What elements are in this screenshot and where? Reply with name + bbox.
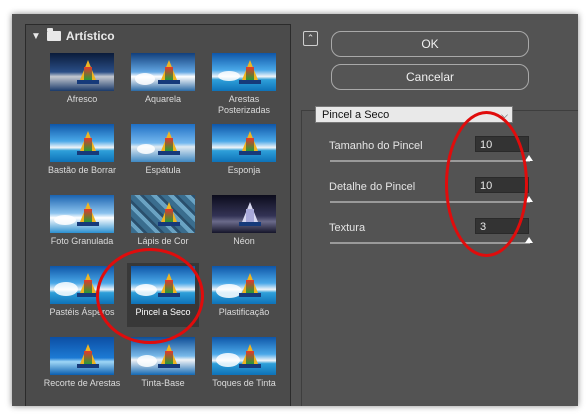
filter-label: Lápis de Cor [137,236,189,246]
filter-label: Esponja [227,165,261,175]
brush-detail-slider-handle[interactable] [525,196,533,202]
cancel-button[interactable]: Cancelar [331,64,529,90]
filter-thumb-bastao-de-borrar[interactable]: Bastão de Borrar [48,124,116,192]
filter-thumb-neon[interactable]: Néon [210,195,278,263]
brush-detail-label: Detalhe do Pincel [329,181,416,193]
filter-thumb-pasteis-asperos[interactable]: Pastéis Ásperos [48,266,116,334]
filter-label: Bastão de Borrar [47,165,117,175]
collapse-gallery-icon[interactable]: ⌃ [303,31,318,46]
brush-size-input[interactable]: 10 [475,136,529,152]
filter-thumb-toques-de-tinta[interactable]: Toques de Tinta [210,337,278,405]
filter-gallery: ▼ Artístico Afresco Aquarela Arestas Pos… [25,24,291,406]
thumbnail-image [212,53,276,91]
filter-thumb-recorte-de-arestas[interactable]: Recorte de Arestas [44,337,120,405]
filter-label: Tinta-Base [141,378,185,388]
filter-thumb-esponja[interactable]: Esponja [210,124,278,192]
brush-size-slider-handle[interactable] [525,155,533,161]
filter-label: Aquarela [144,94,182,104]
brush-detail-input[interactable]: 10 [475,177,529,193]
filter-thumb-afresco[interactable]: Afresco [48,53,116,121]
thumbnail-image [50,337,114,375]
category-title: Artístico [65,29,115,43]
filter-label: Pastéis Ásperos [49,307,115,317]
thumbnail-image [50,266,114,304]
filter-thumb-aquarela[interactable]: Aquarela [129,53,197,121]
filter-dropdown-value: Pincel a Seco [322,109,390,121]
texture-slider-handle[interactable] [525,237,533,243]
thumbnail-image [50,53,114,91]
filter-label: Afresco [66,94,98,104]
filter-thumb-tinta-base[interactable]: Tinta-Base [129,337,197,405]
filter-label: Espátula [145,165,181,175]
brush-size-slider[interactable] [330,160,530,162]
filter-thumb-pincel-a-seco[interactable]: Pincel a Seco [127,263,199,334]
thumbnail-image [131,266,195,304]
filter-thumb-espatula[interactable]: Espátula [129,124,197,192]
filter-label: Pincel a Seco [135,307,191,317]
filter-label: Néon [233,236,255,246]
ok-button[interactable]: OK [331,31,529,57]
thumbnail-image [131,195,195,233]
texture-input[interactable]: 3 [475,218,529,234]
brush-detail-slider[interactable] [330,201,530,203]
filter-label: Arestas Posterizadas [217,94,271,115]
texture-slider[interactable] [330,242,530,244]
thumbnail-image [212,195,276,233]
thumbnail-image [212,124,276,162]
thumbnail-image [50,195,114,233]
thumbnail-image [131,337,195,375]
filter-dropdown[interactable]: Pincel a Seco ⌵ [315,106,513,123]
category-header[interactable]: ▼ Artístico [26,25,290,47]
texture-label: Textura [329,222,366,234]
filter-label: Recorte de Arestas [43,378,121,388]
filter-thumb-arestas-posterizadas[interactable]: Arestas Posterizadas [210,53,278,121]
filter-label: Foto Granulada [50,236,114,246]
thumbnail-image [131,124,195,162]
thumbnail-image [131,53,195,91]
thumbnail-image [50,124,114,162]
thumbnail-image [212,337,276,375]
brush-size-label: Tamanho do Pincel [329,140,423,152]
thumbnail-image [212,266,276,304]
expand-triangle-icon[interactable]: ▼ [31,31,41,42]
filter-gallery-dialog: ▼ Artístico Afresco Aquarela Arestas Pos… [12,14,578,406]
chevron-down-icon: ⌵ [501,110,508,120]
filter-label: Toques de Tinta [212,378,276,388]
filter-label: Plastificação [218,307,270,317]
folder-icon [46,28,61,41]
filter-thumb-foto-granulada[interactable]: Foto Granulada [48,195,116,263]
filter-settings-panel [301,110,578,406]
filter-thumb-lapis-de-cor[interactable]: Lápis de Cor [129,195,197,263]
filter-thumb-plastificacao[interactable]: Plastificação [210,266,278,334]
